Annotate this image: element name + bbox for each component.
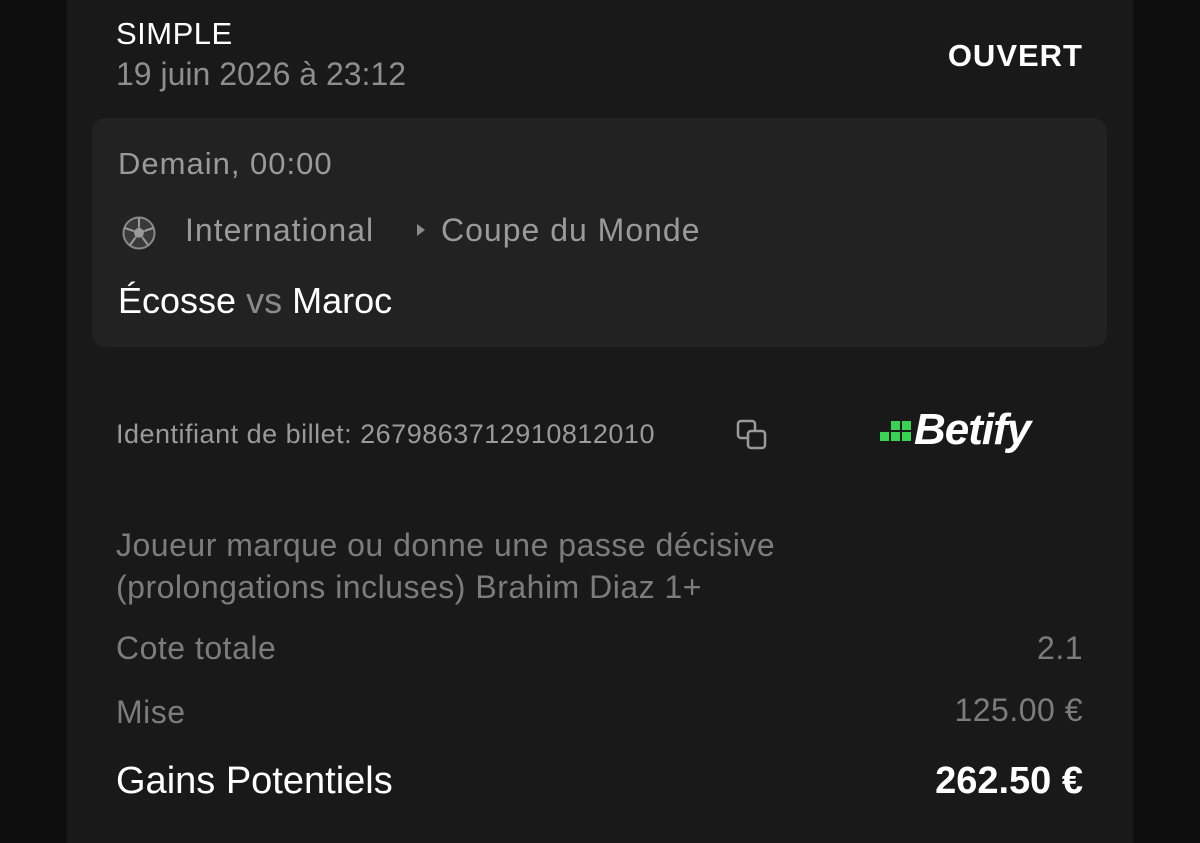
- betify-logo-mark-icon: [880, 421, 911, 441]
- copy-icon[interactable]: [736, 419, 768, 451]
- total-odds-value: 2.1: [1037, 630, 1083, 666]
- event-time: Demain, 00:00: [118, 146, 333, 181]
- breadcrumb-arrow-icon: [417, 224, 425, 236]
- away-team: Maroc: [292, 280, 393, 321]
- potential-winnings-value: 262.50 €: [935, 760, 1083, 802]
- bet-type: SIMPLE: [116, 16, 233, 51]
- total-odds-label: Cote totale: [116, 630, 277, 666]
- bet-date: 19 juin 2026 à 23:12: [116, 56, 407, 92]
- home-team: Écosse: [118, 280, 237, 321]
- selection-line-1: Joueur marque ou donne une passe décisiv…: [116, 527, 776, 563]
- selection-line-2: (prolongations incluses) Brahim Diaz 1+: [116, 569, 702, 605]
- league-name: International: [185, 212, 375, 248]
- soccer-ball-icon: [122, 216, 156, 250]
- bet-status-badge: OUVERT: [947, 38, 1083, 73]
- betify-logo-text: Betify: [914, 405, 1031, 454]
- stake-label: Mise: [116, 694, 186, 730]
- vs-label: vs: [246, 280, 283, 321]
- competition-name: Coupe du Monde: [441, 212, 701, 248]
- ticket-id: Identifiant de billet: 26798637129108120…: [116, 419, 655, 449]
- stake-value: 125.00 €: [954, 692, 1083, 728]
- match-teams: Écosse vs Maroc: [118, 280, 392, 322]
- selection-description: Joueur marque ou donne une passe décisiv…: [116, 524, 936, 608]
- potential-winnings-label: Gains Potentiels: [116, 760, 393, 802]
